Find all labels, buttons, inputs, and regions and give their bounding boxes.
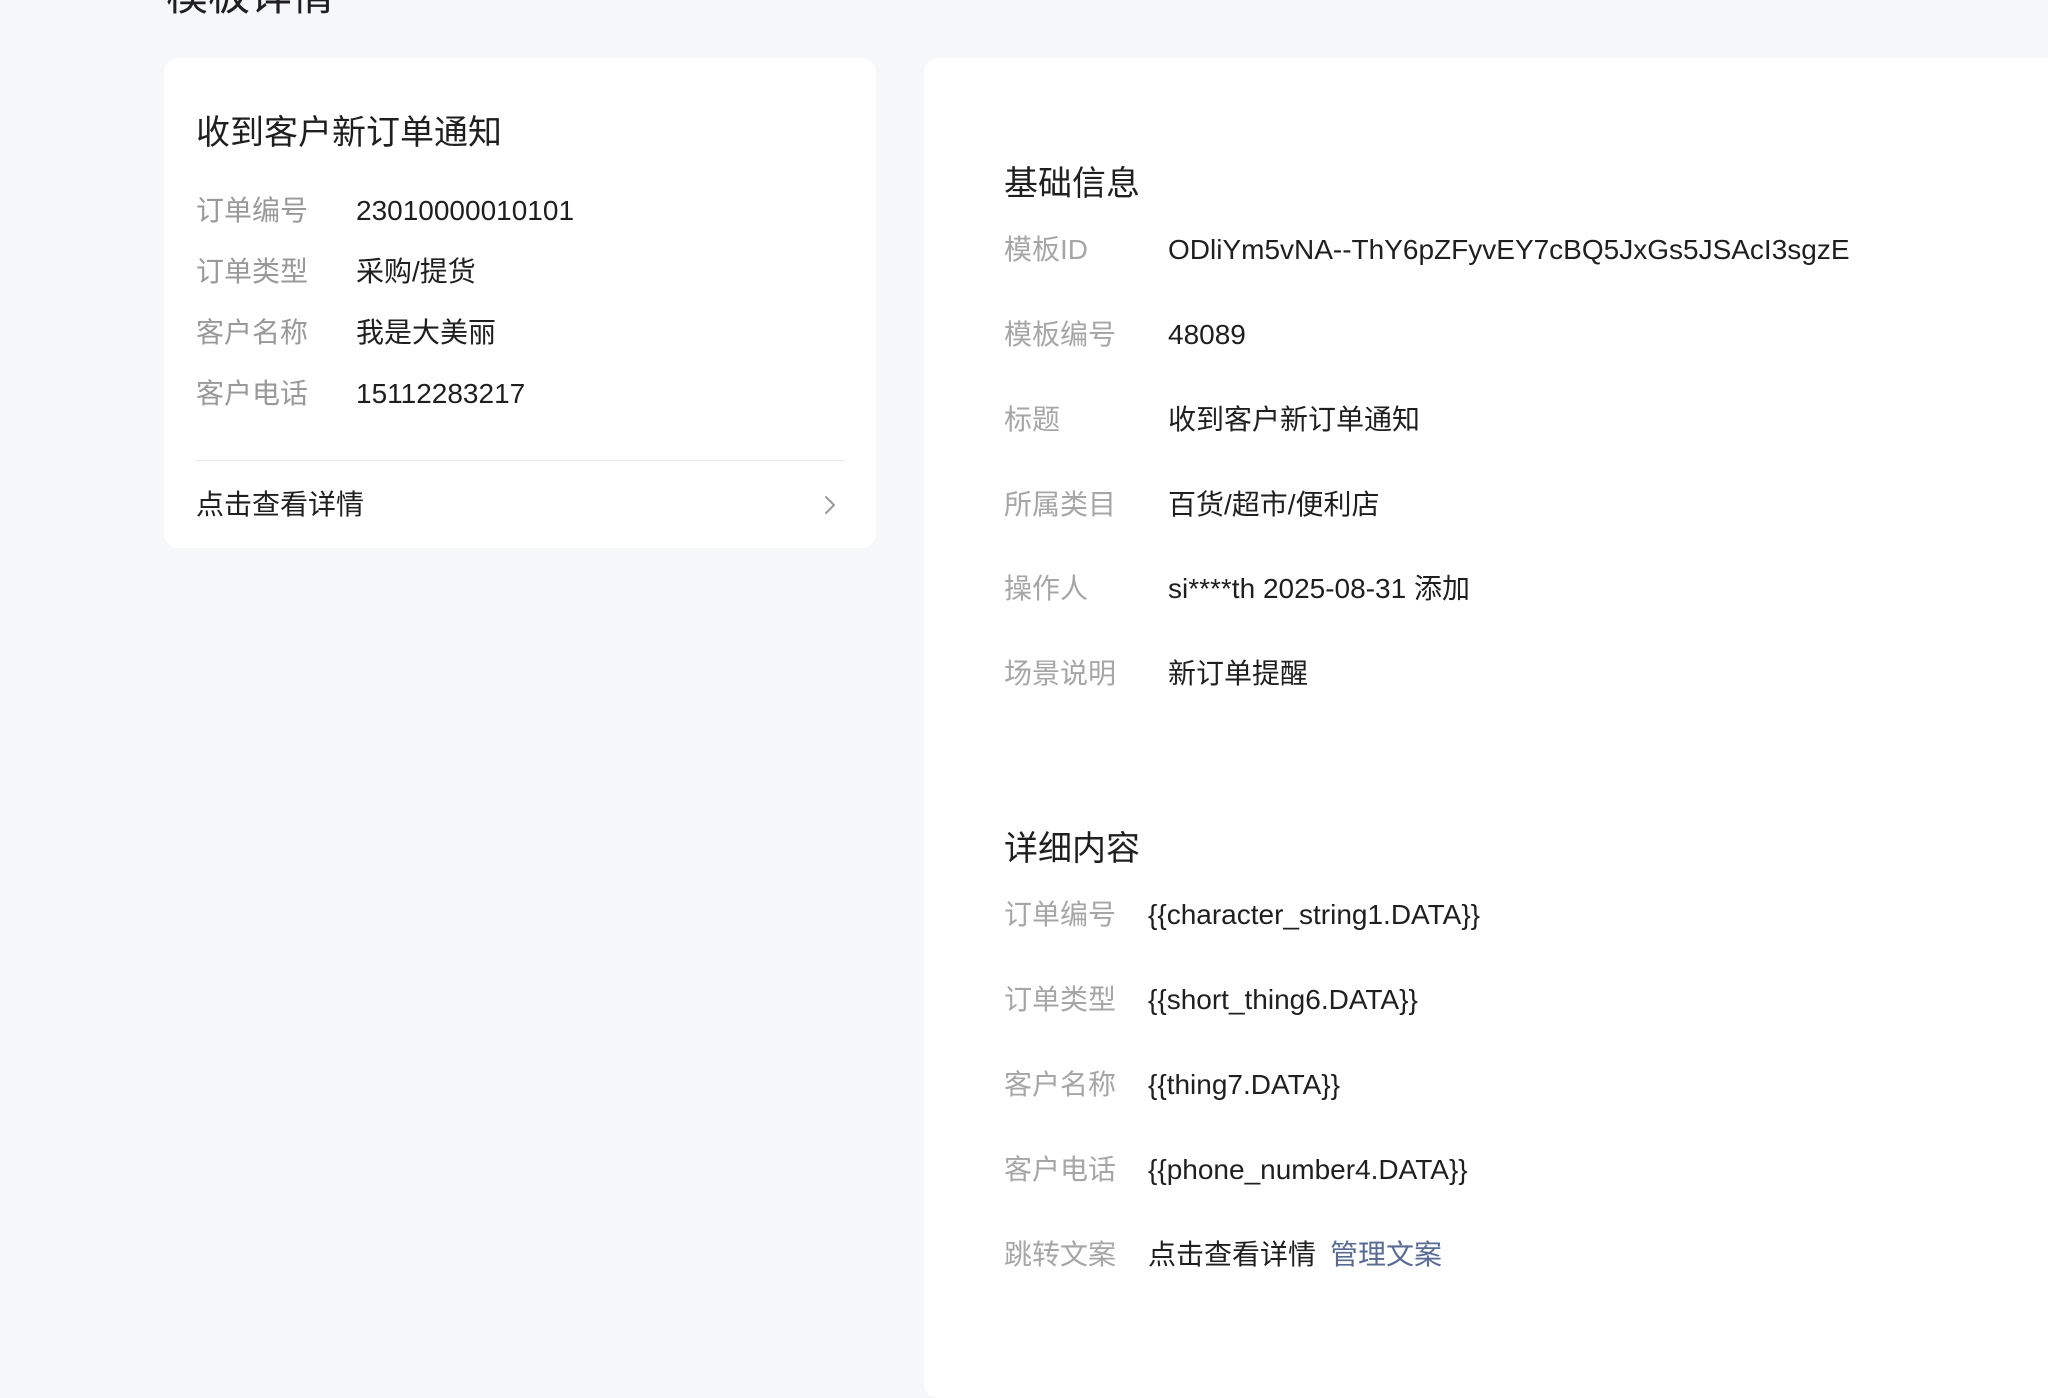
preview-label: 客户电话: [196, 378, 309, 409]
preview-value: 23010000010101: [356, 195, 575, 226]
detail-value: si****th 2025-08-31 添加: [1168, 573, 1470, 604]
preview-row-customer-name: 客户名称 我是大美丽: [196, 316, 496, 350]
chevron-right-icon: [825, 496, 835, 514]
preview-divider: [196, 460, 844, 461]
detail-value: 百货/超市/便利店: [1168, 489, 1380, 520]
basic-info-title: 基础信息: [1004, 165, 1140, 203]
detail-label: 操作人: [1004, 573, 1089, 604]
detail-value: 48089: [1168, 319, 1246, 350]
preview-row-order-number: 订单编号 23010000010101: [196, 194, 574, 228]
preview-label: 订单编号: [196, 195, 309, 226]
detail-label: 所属类目: [1004, 489, 1117, 520]
content-label: 客户电话: [1004, 1154, 1117, 1185]
content-value: {{thing7.DATA}}: [1148, 1069, 1340, 1100]
content-label: 客户名称: [1004, 1069, 1117, 1100]
manage-text-link[interactable]: 管理文案: [1330, 1239, 1442, 1270]
preview-label: 订单类型: [196, 256, 309, 287]
detail-value: 新订单提醒: [1168, 658, 1309, 689]
preview-label: 客户名称: [196, 317, 309, 348]
content-label: 跳转文案: [1004, 1239, 1117, 1270]
content-value: {{short_thing6.DATA}}: [1148, 984, 1418, 1015]
view-details-label: 点击查看详情: [196, 489, 365, 520]
preview-row-customer-phone: 客户电话 15112283217: [196, 377, 525, 411]
content-value: 点击查看详情: [1148, 1239, 1317, 1270]
detail-label: 模板ID: [1004, 234, 1089, 265]
content-value: {{phone_number4.DATA}}: [1148, 1154, 1468, 1185]
preview-value: 我是大美丽: [356, 317, 497, 348]
detail-value: 收到客户新订单通知: [1168, 404, 1421, 435]
detail-label: 场景说明: [1004, 658, 1117, 689]
content-value-wrap: 点击查看详情 管理文案: [1148, 1238, 1442, 1272]
view-details-link[interactable]: 点击查看详情: [196, 478, 844, 530]
detail-label: 模板编号: [1004, 319, 1117, 350]
template-detail-panel: 基础信息 模板ID ODliYm5vNA--ThY6pZFyvEY7cBQ5Jx…: [924, 58, 2048, 1398]
preview-value: 采购/提货: [356, 256, 476, 287]
content-label: 订单类型: [1004, 984, 1117, 1015]
detail-value: ODliYm5vNA--ThY6pZFyvEY7cBQ5JxGs5JSAcI3s…: [1168, 234, 1850, 265]
message-preview-card: 收到客户新订单通知 订单编号 23010000010101 订单类型 采购/提货 客…: [164, 58, 876, 548]
preview-title: 收到客户新订单通知: [196, 114, 502, 152]
preview-row-order-type: 订单类型 采购/提货: [196, 255, 476, 289]
content-value: {{character_string1.DATA}}: [1148, 899, 1481, 930]
preview-value: 15112283217: [356, 378, 526, 409]
detail-label: 标题: [1004, 404, 1061, 435]
content-label: 订单编号: [1004, 899, 1117, 930]
page-title: 模板详情: [166, 0, 334, 20]
detail-content-title: 详细内容: [1004, 830, 1140, 868]
